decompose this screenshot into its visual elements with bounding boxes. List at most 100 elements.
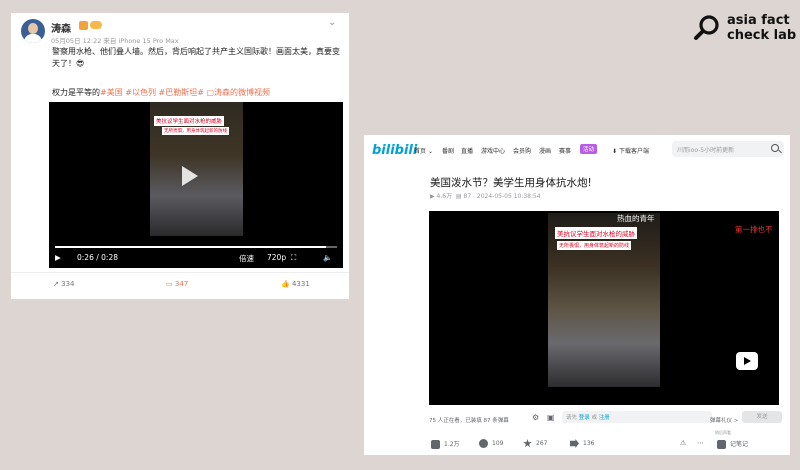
send-button[interactable]: 发送: [742, 411, 782, 423]
quality-button[interactable]: 720p: [267, 253, 286, 262]
avatar[interactable]: [21, 19, 45, 43]
register-link[interactable]: 注册: [599, 415, 610, 421]
share-count: 334: [61, 280, 75, 288]
weibo-post-card: 涛森 05月05日 12:22 来自 iPhone 15 Pro Max ⌄ 警…: [11, 13, 349, 299]
share-icon: ↗: [53, 280, 59, 288]
bilibili-page-card: bilibili 首页 ⌄ 番剧 直播 游戏中心 会员购 漫画 赛事 活动 ⬇ …: [364, 135, 790, 455]
share-icon: [570, 439, 579, 448]
search-input[interactable]: 川而ioo-5小时前更新: [677, 145, 734, 154]
video-caption-subtitle: 无所畏惧，用身体筑起新的防线: [162, 127, 229, 135]
hashtag-usa[interactable]: #美国: [100, 88, 123, 97]
like-count: 1.2万: [444, 441, 460, 448]
view-count: 4.6万: [436, 193, 453, 200]
bilibili-video-player[interactable]: 热血的青年 第一排也不 美抗议学生面对水枪的威胁 无所畏惧，用身体筑起新的防线: [429, 211, 779, 405]
more-icon[interactable]: ⋯: [697, 439, 704, 447]
report-icon[interactable]: ⚠: [680, 439, 686, 447]
note-label: 记笔记: [730, 441, 749, 448]
share-action[interactable]: ↗ 334: [53, 280, 74, 288]
danmaku-icon: ▤: [455, 193, 462, 200]
time-separator: /: [96, 253, 99, 262]
vip-badge-icon: [90, 21, 102, 29]
nav-home[interactable]: 首页 ⌄: [414, 146, 433, 155]
logo-line-2: check lab: [727, 28, 797, 43]
speed-button[interactable]: 倍速: [239, 253, 254, 264]
play-icon[interactable]: [182, 166, 198, 186]
download-icon: ⬇: [612, 148, 618, 155]
favorite-count: 267: [536, 440, 548, 447]
total-time: 0:28: [101, 253, 118, 262]
nav-esports[interactable]: 赛事: [559, 146, 571, 155]
post-lead: 权力是平等的: [52, 88, 100, 97]
note-icon: [717, 440, 726, 449]
video-progress-bar[interactable]: [55, 246, 337, 248]
comment-action[interactable]: ▭ 347: [166, 280, 188, 288]
hashtag-palestine[interactable]: #巴勒斯坦#: [159, 88, 204, 97]
danmaku-count: 87: [463, 193, 472, 200]
nav-anime[interactable]: 番剧: [442, 146, 454, 155]
asia-fact-check-lab-logo: asia fact check lab: [693, 12, 797, 52]
post-meta: 05月05日 12:22 来自 iPhone 15 Pro Max: [51, 37, 179, 45]
danmaku-toggle-icon[interactable]: ▣: [547, 413, 555, 422]
video-source-link[interactable]: 涛森的微博视频: [214, 88, 270, 97]
danmaku-etiquette-link[interactable]: 弹幕礼仪 >: [710, 416, 738, 424]
magnifier-logo-icon: [694, 15, 719, 40]
video-stats: ▶ 4.6万 ▤ 87 2024-05-05 10:38:54: [430, 191, 541, 200]
comment-icon: ▭: [166, 280, 173, 288]
video-caption-subtitle: 无所畏惧，用身体筑起新的防线: [557, 241, 632, 250]
coin-icon: [479, 439, 488, 448]
like-action[interactable]: 1.2万: [431, 439, 460, 449]
favorite-action[interactable]: 267: [523, 439, 547, 448]
nav-event[interactable]: 活动: [580, 144, 598, 154]
search-icon[interactable]: [771, 144, 779, 152]
fullscreen-icon[interactable]: ⛶: [291, 253, 296, 263]
search-box[interactable]: 川而ioo-5小时前更新: [672, 141, 784, 157]
video-caption-title: 美抗议学生面对水枪的威胁: [154, 116, 225, 126]
watch-later-label: 稍后再看: [715, 430, 731, 435]
viewer-status: 75 人正在看，已装填 87 条弹幕: [429, 418, 509, 424]
nav-manga[interactable]: 漫画: [539, 146, 551, 155]
nav-mall[interactable]: 会员购: [513, 146, 531, 155]
danmaku-input[interactable]: 请先 登录 或 注册: [562, 411, 712, 423]
star-icon: [523, 439, 532, 448]
like-action[interactable]: 👍 4331: [281, 280, 310, 288]
views-icon: ▶: [430, 193, 435, 200]
share-count: 136: [583, 440, 595, 447]
write-note-action[interactable]: 记笔记: [717, 439, 748, 449]
logo-line-1: asia fact: [727, 13, 790, 28]
nav-live[interactable]: 直播: [461, 146, 473, 155]
post-text: 警察用水枪、他们叠人墙。然后，背后响起了共产主义国际歌！画面太美，真要变天了！😎: [52, 47, 340, 68]
crown-badge-icon: [79, 21, 88, 30]
thumbs-up-icon: [431, 440, 440, 449]
weibo-username[interactable]: 涛森: [51, 20, 71, 35]
coin-action[interactable]: 109: [479, 439, 503, 448]
danmaku-input-placeholder: 请先 登录 或 注册: [566, 415, 610, 421]
video-caption-title: 美抗议学生面对水枪的威胁: [555, 227, 637, 239]
current-time: 0:26: [77, 253, 94, 262]
chevron-down-icon[interactable]: ⌄: [328, 17, 336, 28]
video-frame: [548, 213, 660, 387]
comment-count: 347: [174, 280, 189, 288]
share-action[interactable]: 136: [570, 439, 594, 448]
like-count: 4331: [291, 280, 310, 288]
download-client-link[interactable]: ⬇ 下载客户端: [612, 146, 649, 155]
danmaku-comment: 第一排也不: [735, 225, 773, 234]
weibo-video-player[interactable]: 美抗议学生面对水枪的威胁 无所畏惧，用身体筑起新的防线 ▶ 0:26 / 0:2…: [49, 102, 343, 268]
play-control-icon[interactable]: ▶: [55, 253, 61, 262]
play-tv-icon[interactable]: [736, 352, 758, 370]
coin-count: 109: [492, 440, 504, 447]
video-title: 美国泼水节？美学生用身体抗水炮!: [430, 177, 592, 189]
hashtag-israel[interactable]: #以色列: [125, 88, 156, 97]
bilibili-logo[interactable]: bilibili: [372, 143, 417, 158]
nav-game-center[interactable]: 游戏中心: [481, 146, 505, 155]
publish-date: 2024-05-05 10:38:54: [476, 193, 541, 200]
danmaku-settings-icon[interactable]: ⚙: [532, 413, 539, 422]
chevron-down-icon: ⌄: [427, 148, 433, 155]
post-tags: 权力是平等的#美国 #以色列 #巴勒斯坦# ▢涛森的微博视频: [52, 87, 270, 98]
divider: [11, 272, 349, 273]
video-time: 0:26 / 0:28: [77, 253, 118, 262]
video-link-icon: ▢: [206, 88, 215, 97]
danmaku-comment: 热血的青年: [617, 214, 655, 223]
volume-icon[interactable]: 🔈: [323, 253, 332, 262]
login-link[interactable]: 登录: [579, 415, 590, 421]
thumbs-up-icon: 👍: [281, 280, 290, 288]
